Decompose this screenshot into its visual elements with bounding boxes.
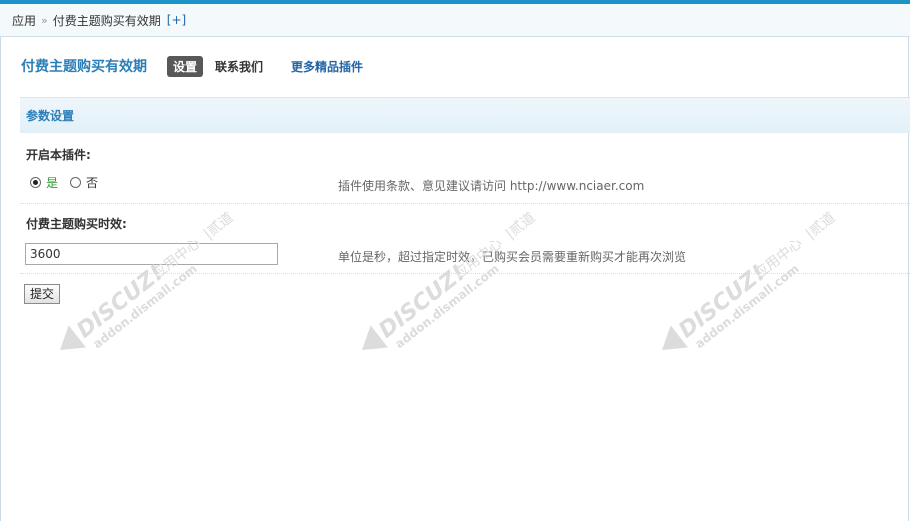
radio-no-label[interactable]: 否	[86, 174, 98, 191]
tab-settings[interactable]: 设置	[167, 55, 204, 77]
radio-yes[interactable]	[30, 177, 41, 188]
more-plugins-link[interactable]: 更多精品插件	[285, 56, 369, 77]
enable-tip: 插件使用条款、意见建议请访问 http://www.nciaer.com	[338, 179, 645, 193]
row-divider	[20, 273, 910, 274]
radio-yes-label[interactable]: 是	[46, 174, 58, 191]
breadcrumb-current: 付费主题购买有效期	[52, 13, 161, 28]
breadcrumb-root[interactable]: 应用	[12, 12, 36, 29]
enable-label: 开启本插件:	[26, 148, 91, 162]
breadcrumb-separator: »	[41, 13, 48, 27]
add-shortcut-button[interactable]: [+]	[167, 13, 186, 27]
tab-contact[interactable]: 联系我们	[209, 56, 269, 77]
section-title: 参数设置	[26, 109, 75, 123]
duration-tip: 单位是秒，超过指定时效，已购买会员需要重新购买才能再次浏览	[338, 250, 687, 264]
duration-label: 付费主题购买时效:	[26, 217, 127, 231]
radio-no[interactable]	[70, 177, 82, 188]
duration-input[interactable]	[25, 243, 278, 265]
section-header: 参数设置	[20, 97, 910, 133]
row-divider	[20, 203, 910, 204]
plugin-title: 付费主题购买有效期	[21, 59, 147, 75]
enable-radio-group: 是 否	[30, 174, 98, 191]
plugin-tabs: 付费主题购买有效期 设置 联系我们 更多精品插件	[21, 55, 375, 77]
submit-button[interactable]: 提交	[24, 284, 61, 304]
breadcrumb: 应用 » 付费主题购买有效期 [+]	[0, 4, 910, 37]
